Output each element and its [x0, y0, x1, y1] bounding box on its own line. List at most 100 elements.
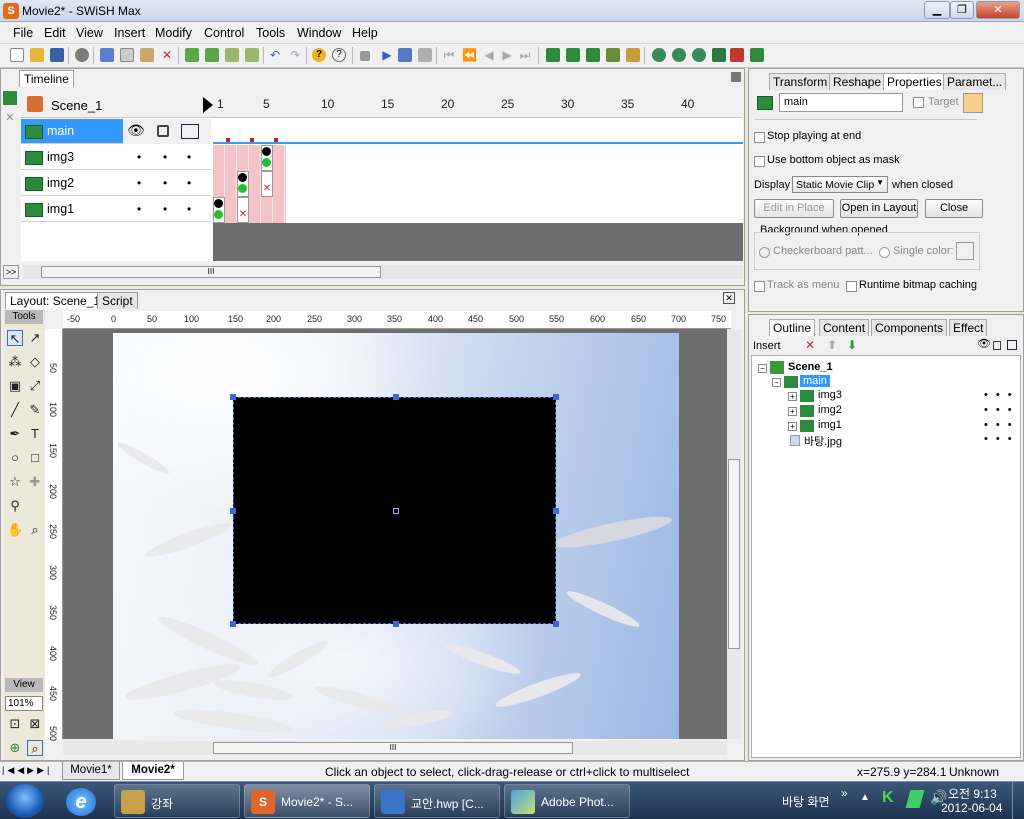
effect-icon-5[interactable]: [730, 48, 744, 62]
object-name-input[interactable]: main: [779, 93, 903, 112]
cut-icon[interactable]: [100, 48, 114, 62]
layer-row-main[interactable]: main 👁: [21, 119, 211, 144]
hand-tool-icon[interactable]: ✋: [7, 522, 23, 538]
subselect-tool-icon[interactable]: ↗: [27, 330, 43, 346]
pen-tool-icon[interactable]: ✒: [7, 426, 23, 442]
zoom-in-icon[interactable]: ⊕: [7, 740, 23, 756]
line-tool-icon[interactable]: ╱: [7, 402, 23, 418]
tree-item-img3[interactable]: img3: [818, 389, 842, 401]
edit-in-place-button[interactable]: Edit in Place: [754, 199, 834, 218]
outline-toggle-icon[interactable]: [181, 124, 199, 139]
text-tool-icon[interactable]: T: [27, 426, 43, 442]
center-anchor[interactable]: [393, 508, 399, 514]
resize-handle[interactable]: [553, 394, 559, 400]
task-item-hwp[interactable]: 교안.hwp [C...: [374, 784, 500, 818]
paste-icon[interactable]: [140, 48, 154, 62]
step-back-icon[interactable]: ◀: [482, 48, 496, 62]
lock-dot[interactable]: •: [163, 176, 167, 190]
keyframe-green-dot[interactable]: [262, 158, 271, 167]
first-frame-icon[interactable]: ⏮: [442, 48, 456, 62]
row-flags[interactable]: •••: [984, 419, 1020, 431]
clock-time[interactable]: 오전 9:13: [948, 785, 997, 802]
tab-timeline[interactable]: Timeline: [19, 70, 74, 87]
ellipse-tool-icon[interactable]: ○: [7, 450, 23, 466]
eyedropper-tool-icon[interactable]: ⚲: [7, 498, 23, 514]
last-frame-icon[interactable]: ⏭: [518, 48, 532, 62]
insert-menu[interactable]: Insert: [753, 340, 781, 352]
resize-handle[interactable]: [230, 394, 236, 400]
play-icon[interactable]: ▶: [380, 48, 394, 62]
layer-row-img2[interactable]: img2 • • •: [21, 171, 211, 196]
layer-row-img1[interactable]: img1 • • •: [21, 197, 211, 222]
add-layer-icon[interactable]: [3, 91, 17, 105]
outline-dot[interactable]: •: [187, 202, 191, 216]
tab-parameters[interactable]: Paramet...: [943, 73, 1007, 90]
lock-dot[interactable]: •: [163, 150, 167, 164]
outline-toggle-icon[interactable]: [1007, 340, 1017, 350]
single-color-radio[interactable]: [879, 247, 890, 258]
effect-icon-4[interactable]: [712, 48, 726, 62]
keyframe-marker[interactable]: [274, 138, 278, 142]
move-top-icon[interactable]: [225, 48, 239, 62]
move-down-icon[interactable]: ⬇: [847, 338, 857, 352]
resize-handle[interactable]: [553, 508, 559, 514]
timeline-scroll-thumb[interactable]: III: [41, 266, 381, 278]
expand-icon[interactable]: +: [788, 407, 797, 416]
lock-icon[interactable]: [157, 125, 169, 137]
pencil-tool-icon[interactable]: ✎: [27, 402, 43, 418]
keyframe-marker[interactable]: [226, 138, 230, 142]
help-icon[interactable]: ?: [312, 48, 326, 62]
step-forward-icon[interactable]: ▶: [500, 48, 514, 62]
component-tool-icon[interactable]: ✚: [27, 474, 43, 490]
tree-item-img1[interactable]: img1: [818, 419, 842, 431]
track-as-menu-checkbox[interactable]: [754, 281, 765, 292]
resize-handle[interactable]: [553, 621, 559, 627]
open-icon[interactable]: [30, 48, 44, 62]
visibility-eye-icon[interactable]: 👁: [977, 337, 991, 350]
insert-text-icon[interactable]: [626, 48, 640, 62]
autoshape-tool-icon[interactable]: ☆: [7, 474, 23, 490]
desktop-toolbar-label[interactable]: 바탕 화면: [782, 793, 830, 810]
outline-dot[interactable]: •: [187, 176, 191, 190]
tab-properties[interactable]: Properties: [883, 73, 946, 90]
tab-components[interactable]: Components: [871, 319, 948, 336]
keyframe-black-dot[interactable]: [262, 147, 271, 156]
start-button-icon[interactable]: [6, 784, 44, 818]
copy-icon[interactable]: [120, 48, 134, 62]
open-in-layout-button[interactable]: Open in Layout: [840, 199, 918, 218]
menu-window[interactable]: Window: [297, 26, 341, 40]
panel-menu-icon[interactable]: [731, 72, 741, 82]
effect-icon-2[interactable]: [672, 48, 686, 62]
canvas-vscrollbar[interactable]: [727, 329, 741, 739]
move-down-icon[interactable]: [205, 48, 219, 62]
expand-button[interactable]: >>: [3, 265, 19, 279]
effect-icon-1[interactable]: [652, 48, 666, 62]
remove-effect-icon[interactable]: ✕: [237, 197, 249, 223]
display-select[interactable]: Static Movie Clip ▼: [792, 176, 888, 193]
rectangle-tool-icon[interactable]: □: [27, 450, 43, 466]
tab-transform[interactable]: Transform: [769, 73, 832, 90]
tree-item-background-jpg[interactable]: 바탕.jpg: [804, 433, 842, 449]
visibility-eye-icon[interactable]: 👁: [127, 122, 145, 139]
row-flags[interactable]: •••: [984, 404, 1020, 416]
doc-tab-movie1[interactable]: Movie1*: [62, 762, 120, 780]
redo-icon[interactable]: ↷: [288, 48, 302, 62]
canvas-vscroll-thumb[interactable]: [728, 459, 740, 649]
close-window-button[interactable]: ✕: [976, 1, 1020, 19]
zoom-selection-icon[interactable]: ⊠: [27, 716, 43, 732]
keyframe-green-dot[interactable]: [214, 210, 223, 219]
clock-date[interactable]: 2012-06-04: [941, 801, 1002, 815]
timeline-scrollbar[interactable]: III: [23, 265, 743, 279]
undo-icon[interactable]: ↶: [268, 48, 282, 62]
keyframe-black-dot[interactable]: [214, 199, 223, 208]
transform-tool-icon[interactable]: ◇: [27, 354, 43, 370]
preview-icon[interactable]: [75, 48, 89, 62]
tab-content[interactable]: Content: [819, 319, 870, 336]
close-panel-icon[interactable]: ✕: [723, 292, 735, 304]
zoom-tool-icon[interactable]: ⌕: [27, 522, 43, 538]
save-icon[interactable]: [50, 48, 64, 62]
move-up-icon[interactable]: [185, 48, 199, 62]
tab-layout[interactable]: Layout: Scene_1: [5, 292, 106, 309]
doc-nav-arrows[interactable]: |◀◀▶▶|: [2, 765, 52, 776]
target-checkbox[interactable]: [913, 97, 924, 108]
